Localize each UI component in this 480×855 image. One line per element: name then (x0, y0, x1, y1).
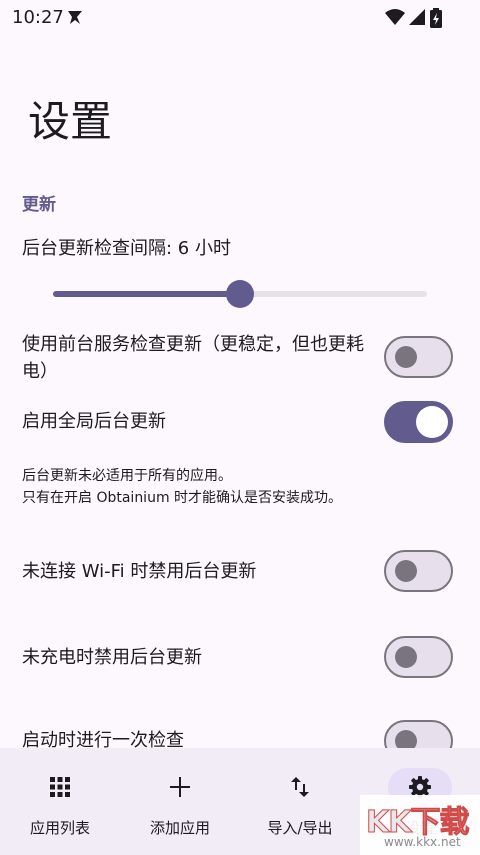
toggle-knob (395, 560, 417, 582)
plus-icon (170, 777, 190, 797)
disable-without-wifi-toggle[interactable] (384, 550, 453, 592)
nav-label-import-export: 导入/导出 (267, 819, 333, 837)
update-interval-slider[interactable] (53, 279, 427, 309)
wifi-icon (384, 8, 406, 30)
note-line-1: 后台更新未必适用于所有的应用。 (22, 468, 232, 484)
nav-item-add-app[interactable]: 添加应用 (120, 748, 240, 855)
watermark-url: www.kkx.net (384, 835, 461, 849)
section-header-updates: 更新 (22, 195, 56, 215)
nav-item-import-export[interactable]: 导入/导出 (240, 748, 360, 855)
slider-thumb[interactable] (226, 280, 254, 308)
update-interval-label: 后台更新检查间隔: 6 小时 (22, 238, 231, 259)
watermark-logo: KK下载 www.kkx.net (360, 795, 480, 855)
toggle-knob (395, 646, 417, 668)
status-bar: 10:27 (0, 0, 480, 36)
nav-label-add-app: 添加应用 (149, 819, 210, 837)
nav-label-apps: 应用列表 (29, 819, 90, 837)
foreground-service-toggle[interactable] (384, 336, 453, 378)
setting-label-foreground-service: 使用前台服务检查更新（更稳定，但也更耗电） (22, 334, 364, 382)
global-background-updates-toggle[interactable] (384, 401, 453, 443)
toggle-knob (395, 346, 417, 368)
import-export-icon (291, 777, 309, 797)
setting-label-disable-without-wifi: 未连接 Wi-Fi 时禁用后台更新 (22, 561, 257, 582)
page-title: 设置 (28, 97, 113, 146)
background-updates-note: 后台更新未必适用于所有的应用。 只有在开启 Obtainium 时才能确认是否安… (22, 465, 342, 509)
note-line-2: 只有在开启 Obtainium 时才能确认是否安装成功。 (22, 490, 343, 506)
setting-label-disable-not-charging: 未充电时禁用后台更新 (22, 647, 202, 668)
setting-label-global-background-updates: 启用全局后台更新 (22, 411, 166, 432)
status-time: 10:27 (12, 7, 64, 28)
nav-item-apps[interactable]: 应用列表 (0, 748, 120, 855)
notification-icon (66, 8, 84, 30)
disable-not-charging-toggle[interactable] (384, 636, 453, 678)
slider-active-track (53, 291, 240, 297)
battery-charging-icon (430, 8, 442, 32)
toggle-knob (416, 406, 448, 438)
cell-signal-icon (408, 8, 426, 30)
apps-grid-icon (50, 777, 70, 797)
